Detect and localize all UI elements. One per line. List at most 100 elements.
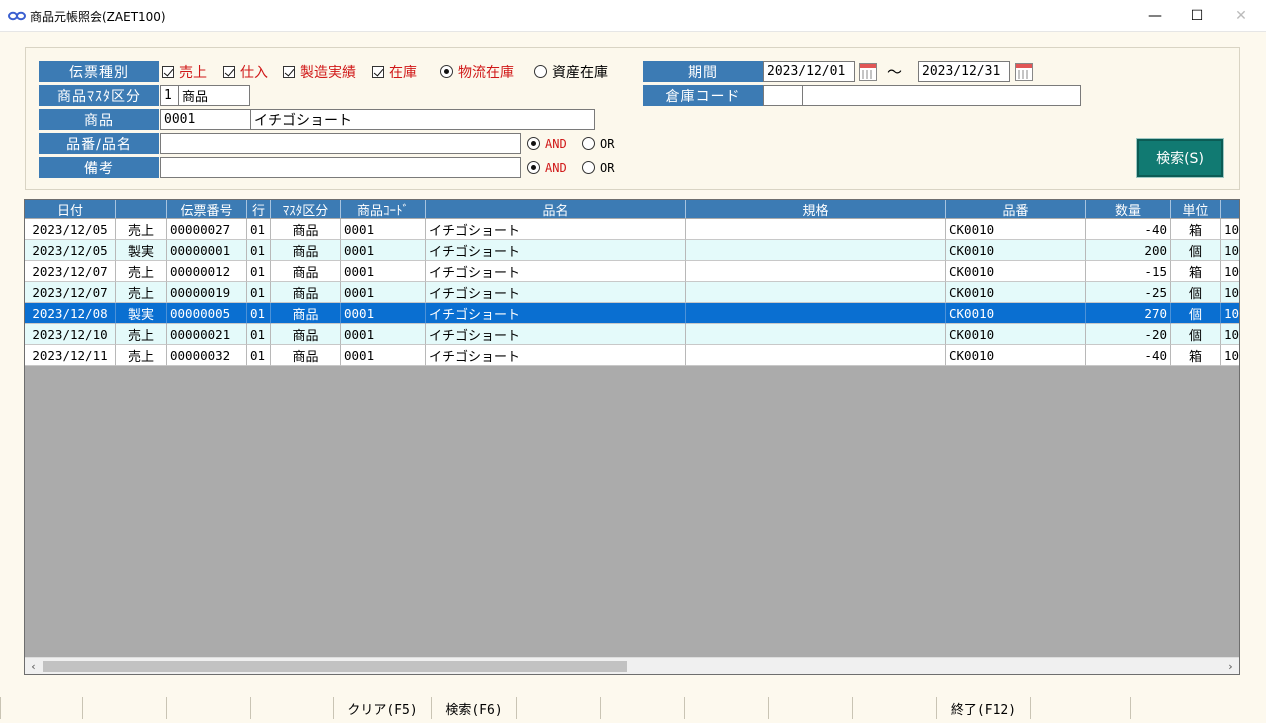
cell-date: 2023/12/10 bbox=[25, 324, 116, 345]
cell-unit: 箱 bbox=[1171, 219, 1221, 240]
horizontal-scrollbar[interactable]: ‹ › bbox=[25, 657, 1239, 674]
cell-date: 2023/12/07 bbox=[25, 261, 116, 282]
function-key-7[interactable] bbox=[516, 697, 600, 719]
cell-unit: 個 bbox=[1171, 240, 1221, 261]
column-header-product-code[interactable]: 商品ｺｰﾄﾞ bbox=[341, 200, 426, 218]
cell-quantity: -20 bbox=[1086, 324, 1171, 345]
function-key-10[interactable] bbox=[768, 697, 852, 719]
cell-product-code: 0001 bbox=[341, 261, 426, 282]
biko-radio-or[interactable]: OR bbox=[582, 157, 614, 178]
column-header-product-name[interactable]: 品名 bbox=[426, 200, 686, 218]
column-header-line[interactable]: 行 bbox=[247, 200, 271, 218]
calendar-icon[interactable] bbox=[1015, 63, 1033, 81]
cell-master-kubun: 商品 bbox=[271, 240, 341, 261]
cell-unit: 個 bbox=[1171, 324, 1221, 345]
cell-kind: 売上 bbox=[116, 345, 167, 366]
scroll-right-icon[interactable]: › bbox=[1222, 658, 1239, 674]
function-key-3[interactable] bbox=[166, 697, 250, 719]
hinban-radio-and[interactable]: AND bbox=[527, 133, 567, 154]
cell-quantity: -15 bbox=[1086, 261, 1171, 282]
biko-label: 備考 bbox=[39, 157, 159, 178]
column-header-quantity[interactable]: 数量 bbox=[1086, 200, 1171, 218]
function-key-9[interactable] bbox=[684, 697, 768, 719]
table-row[interactable]: 2023/12/05 売上 00000027 01 商品 0001 イチゴショート CK001… bbox=[25, 219, 1239, 240]
column-header-unit[interactable]: 単位 bbox=[1171, 200, 1221, 218]
radio-asset-stock[interactable]: 資産在庫 bbox=[534, 61, 608, 82]
column-header-kind[interactable] bbox=[116, 200, 167, 218]
search-button[interactable]: 検索(S) bbox=[1136, 138, 1224, 178]
table-row[interactable]: 2023/12/10 売上 00000021 01 商品 0001 イチゴショート CK001… bbox=[25, 324, 1239, 345]
client-area: 伝票種別 売上 仕入 製造実績 在庫 物流在庫 資産在庫 商品ﾏｽﾀ区分 1 商… bbox=[0, 32, 1266, 723]
warehouse-name-field bbox=[802, 85, 1081, 106]
column-header-extra[interactable] bbox=[1221, 200, 1239, 218]
period-to-input[interactable]: 2023/12/31 bbox=[918, 61, 1010, 82]
cell-slip-no: 00000005 bbox=[167, 303, 247, 324]
column-header-date[interactable]: 日付 bbox=[25, 200, 116, 218]
column-header-master-kubun[interactable]: ﾏｽﾀ区分 bbox=[271, 200, 341, 218]
function-key-13[interactable] bbox=[1030, 697, 1130, 719]
cell-line: 01 bbox=[247, 303, 271, 324]
cell-kind: 製実 bbox=[116, 240, 167, 261]
cell-kind: 売上 bbox=[116, 282, 167, 303]
column-header-hinban[interactable]: 品番 bbox=[946, 200, 1086, 218]
function-key-4[interactable] bbox=[250, 697, 333, 719]
type-checkbox-purchase[interactable]: 仕入 bbox=[223, 61, 268, 82]
cell-hinban: CK0010 bbox=[946, 282, 1086, 303]
radio-logistics-stock[interactable]: 物流在庫 bbox=[440, 61, 514, 82]
cell-product-name: イチゴショート bbox=[426, 261, 686, 282]
cell-product-code: 0001 bbox=[341, 240, 426, 261]
product-code-input[interactable]: 0001 bbox=[160, 109, 251, 130]
product-label: 商品 bbox=[39, 109, 159, 130]
cell-master-kubun: 商品 bbox=[271, 324, 341, 345]
type-checkbox-sales[interactable]: 売上 bbox=[162, 61, 207, 82]
function-key-14[interactable] bbox=[1130, 697, 1230, 719]
cell-date: 2023/12/07 bbox=[25, 282, 116, 303]
function-key-12[interactable]: 終了(F12) bbox=[936, 697, 1030, 719]
grid-header: 日付 伝票番号行ﾏｽﾀ区分 商品ｺｰﾄﾞ 品名 規格 品番 数量 単位 bbox=[25, 200, 1239, 218]
master-kubun-label: 商品ﾏｽﾀ区分 bbox=[39, 85, 159, 106]
master-name-field: 商品 bbox=[178, 85, 250, 106]
hinban-radio-or[interactable]: OR bbox=[582, 133, 614, 154]
function-key-2[interactable] bbox=[82, 697, 166, 719]
close-button[interactable]: ✕ bbox=[1218, 0, 1264, 32]
type-checkbox-manufacturing[interactable]: 製造実績 bbox=[283, 61, 356, 82]
calendar-icon[interactable] bbox=[859, 63, 877, 81]
table-row[interactable]: 2023/12/08 製実 00000005 01 商品 0001 イチゴショート CK001… bbox=[25, 303, 1239, 324]
table-row[interactable]: 2023/12/07 売上 00000012 01 商品 0001 イチゴショート CK001… bbox=[25, 261, 1239, 282]
function-key-11[interactable] bbox=[852, 697, 936, 719]
cell-spec bbox=[686, 261, 946, 282]
cell-unit: 箱 bbox=[1171, 261, 1221, 282]
cell-product-code: 0001 bbox=[341, 324, 426, 345]
warehouse-code-input[interactable] bbox=[763, 85, 803, 106]
cell-product-name: イチゴショート bbox=[426, 345, 686, 366]
cell-master-kubun: 商品 bbox=[271, 282, 341, 303]
scroll-left-icon[interactable]: ‹ bbox=[25, 658, 42, 674]
hinban-input[interactable] bbox=[160, 133, 521, 154]
biko-radio-and[interactable]: AND bbox=[527, 157, 567, 178]
scroll-thumb[interactable] bbox=[43, 661, 627, 672]
type-checkbox-stock[interactable]: 在庫 bbox=[372, 61, 417, 82]
maximize-button[interactable]: ☐ bbox=[1174, 0, 1220, 32]
table-row[interactable]: 2023/12/07 売上 00000019 01 商品 0001 イチゴショート CK001… bbox=[25, 282, 1239, 303]
period-separator: ～ bbox=[887, 63, 903, 81]
function-key-5[interactable]: クリア(F5) bbox=[333, 697, 431, 719]
function-key-8[interactable] bbox=[600, 697, 684, 719]
master-code-input[interactable]: 1 bbox=[160, 85, 179, 106]
biko-input[interactable] bbox=[160, 157, 521, 178]
table-row[interactable]: 2023/12/11 売上 00000032 01 商品 0001 イチゴショート CK001… bbox=[25, 345, 1239, 366]
cell-hinban: CK0010 bbox=[946, 240, 1086, 261]
function-key-6[interactable]: 検索(F6) bbox=[431, 697, 516, 719]
radio-unselected-icon bbox=[582, 137, 595, 150]
product-name-field: イチゴショート bbox=[250, 109, 595, 130]
period-from-input[interactable]: 2023/12/01 bbox=[763, 61, 855, 82]
cell-quantity: 270 bbox=[1086, 303, 1171, 324]
cell-extra: 10 bbox=[1221, 261, 1239, 282]
column-header-spec[interactable]: 規格 bbox=[686, 200, 946, 218]
cell-line: 01 bbox=[247, 240, 271, 261]
cell-spec bbox=[686, 240, 946, 261]
minimize-button[interactable]: — bbox=[1132, 0, 1178, 32]
column-header-slip-no[interactable]: 伝票番号 bbox=[167, 200, 247, 218]
table-row[interactable]: 2023/12/05 製実 00000001 01 商品 0001 イチゴショート CK001… bbox=[25, 240, 1239, 261]
function-key-1[interactable] bbox=[0, 697, 82, 719]
cell-kind: 売上 bbox=[116, 324, 167, 345]
